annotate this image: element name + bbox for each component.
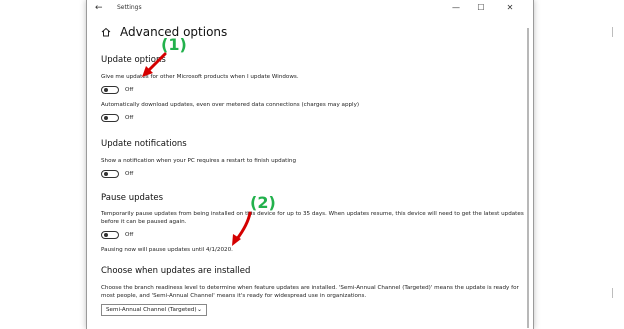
update-notifications-heading: Update notifications (101, 139, 187, 149)
branch-select-value: Semi-Annual Channel (Targeted) (106, 307, 197, 313)
back-arrow-icon[interactable]: ← (95, 2, 103, 14)
scrollbar[interactable] (527, 28, 529, 328)
toggle-state-label: Off (125, 87, 134, 93)
toggle-state-label: Off (125, 232, 134, 238)
minimize-button[interactable]: — (445, 1, 467, 15)
window-title: Settings (117, 4, 142, 11)
restart-notification-label: Show a notification when your PC require… (101, 158, 296, 164)
red-arrow-icon (232, 211, 252, 246)
metered-download-toggle[interactable] (101, 114, 119, 122)
branch-select[interactable]: Semi-Annual Channel (Targeted) ⌄ (101, 304, 207, 316)
restart-notification-toggle[interactable] (101, 170, 119, 178)
divider (612, 288, 613, 298)
red-arrow-icon (142, 52, 167, 77)
branch-heading: Choose when updates are installed (101, 266, 251, 276)
toggle-knob (104, 116, 108, 120)
toggle-knob (104, 88, 108, 92)
pause-updates-heading: Pause updates (101, 193, 164, 203)
home-icon[interactable] (101, 27, 111, 41)
toggle-state-label: Off (125, 171, 134, 177)
close-button[interactable]: ✕ (499, 1, 521, 15)
annotation-label-2: (2) (250, 193, 276, 212)
pause-updates-toggle[interactable] (101, 231, 119, 239)
chevron-down-icon: ⌄ (196, 306, 202, 313)
title-bar: ← Settings — ☐ ✕ (87, 0, 533, 17)
maximize-button[interactable]: ☐ (470, 1, 492, 15)
divider (612, 27, 613, 37)
toggle-state-label: Off (125, 115, 134, 121)
settings-window: ← Settings — ☐ ✕ Advanced options Update… (86, 0, 534, 329)
other-products-toggle[interactable] (101, 86, 119, 94)
metered-download-label: Automatically download updates, even ove… (101, 102, 360, 108)
pause-status-text: Pausing now will pause updates until 4/1… (101, 247, 233, 253)
pause-updates-description: Temporarily pause updates from being ins… (101, 211, 524, 225)
toggle-knob (104, 233, 108, 237)
toggle-knob (104, 172, 108, 176)
branch-description: Choose the branch readiness level to det… (101, 285, 519, 299)
